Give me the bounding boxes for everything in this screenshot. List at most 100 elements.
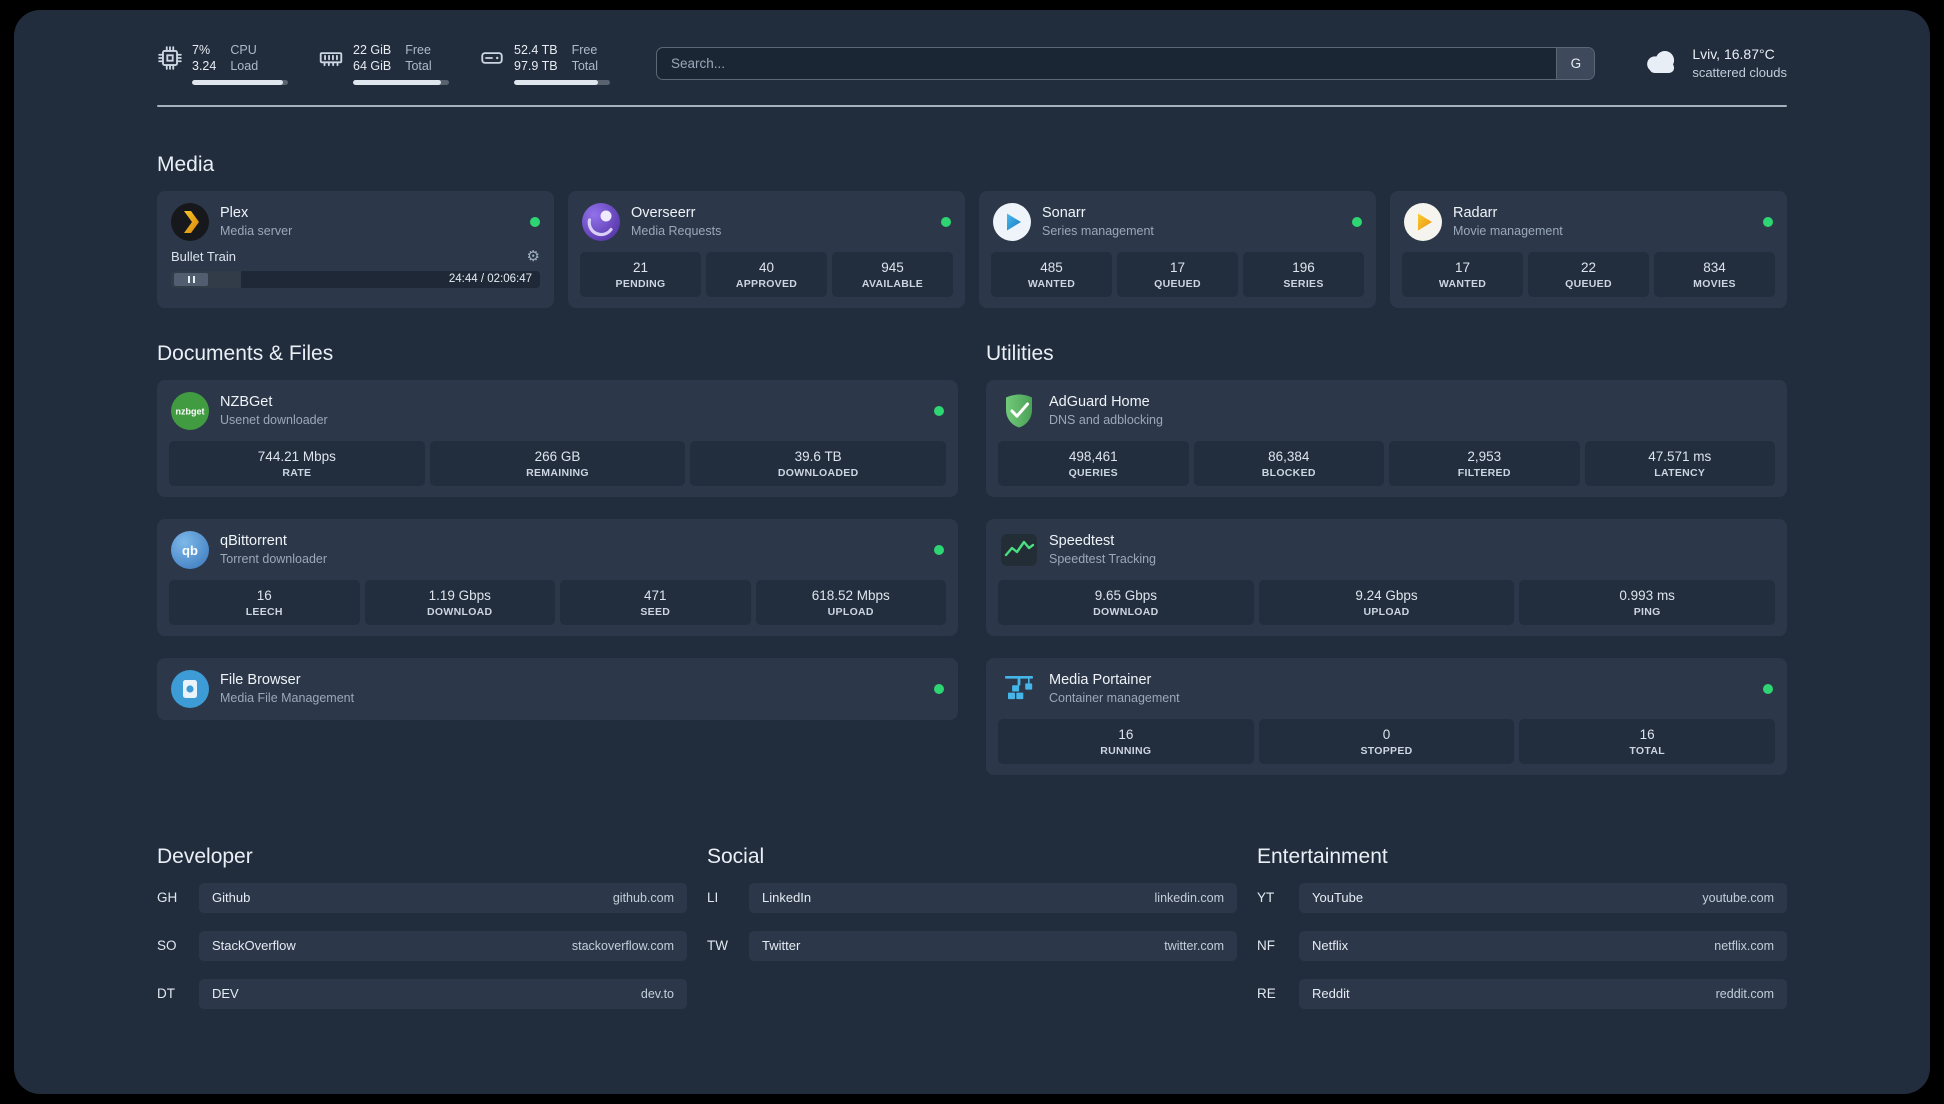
playback-progress-bar[interactable]: 24:44 / 02:06:47 xyxy=(171,270,540,288)
developer-section-title: Developer xyxy=(157,844,253,868)
service-card-overseerr[interactable]: Overseerr Media Requests 21 PENDING 40 A… xyxy=(568,190,965,308)
bookmark-reddit[interactable]: RE Reddit reddit.com xyxy=(1257,978,1787,1009)
disk-resource-widget: 52.4 TB 97.9 TB Free Total xyxy=(479,42,610,85)
service-subtitle: Torrent downloader xyxy=(220,551,328,566)
bookmark-abbr: SO xyxy=(157,938,177,953)
stat-value: 0.993 ms xyxy=(1619,587,1675,603)
stat-value: 498,461 xyxy=(1068,448,1118,464)
svg-text:nzbget: nzbget xyxy=(176,406,205,416)
section-media: Media Plex Media server Bullet Train ⚙ 2… xyxy=(157,153,1787,308)
search-bar: G xyxy=(656,46,1596,80)
cpu-progress-bar xyxy=(192,79,288,85)
service-subtitle: Usenet downloader xyxy=(220,412,328,427)
stat-tile: 266 GB REMAINING xyxy=(429,440,686,486)
cpu-resource-widget: 7% 3.24 CPU Load xyxy=(157,42,288,85)
memory-total-label: Total xyxy=(405,59,432,74)
bookmark-name: Twitter xyxy=(762,938,801,953)
bookmark-abbr: TW xyxy=(707,938,728,953)
stat-tile: 16 TOTAL xyxy=(1519,718,1776,764)
bookmark-name: YouTube xyxy=(1312,890,1364,905)
section-utilities: Utilities AdGuard Home DNS and adblockin… xyxy=(986,342,1787,775)
stat-label: DOWNLOAD xyxy=(1093,605,1159,618)
stat-value: 21 xyxy=(632,259,649,275)
stat-label: QUEUED xyxy=(1154,277,1201,290)
header-divider xyxy=(157,104,1787,107)
stat-value: 16 xyxy=(1639,726,1655,742)
service-name: AdGuard Home xyxy=(1049,393,1150,410)
bookmark-domain: dev.to xyxy=(640,986,674,1001)
service-subtitle: DNS and adblocking xyxy=(1049,412,1163,427)
stat-value: 86,384 xyxy=(1268,448,1310,464)
stat-value: 22 xyxy=(1580,259,1597,275)
stat-tile: 2,953 FILTERED xyxy=(1389,440,1580,486)
stat-value: 9.24 Gbps xyxy=(1355,587,1418,603)
social-section-title: Social xyxy=(707,844,765,868)
memory-free-label: Free xyxy=(405,43,431,57)
cpu-icon xyxy=(157,45,183,71)
service-card-qbittorrent[interactable]: qb qBittorrent Torrent downloader 16 LEE… xyxy=(157,518,958,636)
stat-label: TOTAL xyxy=(1629,744,1665,757)
stat-label: AVAILABLE xyxy=(861,277,924,290)
stat-tile: 744.21 Mbps RATE xyxy=(169,440,425,486)
bookmark-twitter[interactable]: TW Twitter twitter.com xyxy=(707,930,1237,961)
disk-free-label: Free xyxy=(571,43,598,57)
bookmark-domain: stackoverflow.com xyxy=(571,938,674,953)
playback-time: 24:44 / 02:06:47 xyxy=(448,273,532,285)
bookmark-domain: github.com xyxy=(612,890,674,905)
service-card-plex[interactable]: Plex Media server Bullet Train ⚙ 24:44 /… xyxy=(157,190,554,308)
memory-resource-widget: 22 GiB 64 GiB Free Total xyxy=(318,42,449,85)
bookmark-linkedin[interactable]: LI LinkedIn linkedin.com xyxy=(707,882,1237,913)
stat-label: LEECH xyxy=(245,605,283,618)
service-name: Speedtest xyxy=(1049,532,1115,549)
bookmark-github[interactable]: GH Github github.com xyxy=(157,882,687,913)
service-card-radarr[interactable]: Radarr Movie management 17 WANTED 22 QUE… xyxy=(1390,190,1787,308)
stat-label: SEED xyxy=(640,605,671,618)
stat-label: FILTERED xyxy=(1457,466,1511,479)
bookmark-name: Netflix xyxy=(1312,938,1349,953)
service-card-speedtest[interactable]: Speedtest Speedtest Tracking 9.65 Gbps D… xyxy=(986,518,1787,636)
weather-widget[interactable]: Lviv, 16.87°C scattered clouds xyxy=(1641,45,1787,81)
gear-icon[interactable]: ⚙ xyxy=(527,249,540,264)
service-name: Plex xyxy=(220,204,249,221)
service-card-nzbget[interactable]: nzbget NZBGet Usenet downloader 744.21 M… xyxy=(157,379,958,497)
stat-value: 16 xyxy=(256,587,272,603)
bookmark-name: LinkedIn xyxy=(762,890,812,905)
service-card-sonarr[interactable]: Sonarr Series management 485 WANTED 17 Q… xyxy=(979,190,1376,308)
resource-widgets: 7% 3.24 CPU Load 22 GiB 64 GiB Free Tota… xyxy=(157,42,610,85)
stat-value: 16 xyxy=(1118,726,1134,742)
stat-tile: 9.24 Gbps UPLOAD xyxy=(1258,579,1515,625)
service-card-adguard[interactable]: AdGuard Home DNS and adblocking 498,461 … xyxy=(986,379,1787,497)
stat-tile: 86,384 BLOCKED xyxy=(1193,440,1384,486)
speedtest-icon xyxy=(1000,531,1038,569)
search-provider-button[interactable]: G xyxy=(1556,47,1595,79)
memory-free-value: 22 GiB xyxy=(353,43,392,57)
section-documents: Documents & Files nzbget NZBGet Usenet d… xyxy=(157,342,958,720)
bookmark-abbr: YT xyxy=(1257,890,1275,905)
bookmark-stackoverflow[interactable]: SO StackOverflow stackoverflow.com xyxy=(157,930,687,961)
memory-total-value: 64 GiB xyxy=(353,59,392,74)
bookmark-netflix[interactable]: NF Netflix netflix.com xyxy=(1257,930,1787,961)
plex-now-playing: Bullet Train ⚙ 24:44 / 02:06:47 xyxy=(169,249,542,288)
service-subtitle: Movie management xyxy=(1453,223,1563,238)
bookmark-abbr: RE xyxy=(1257,986,1276,1001)
cloud-icon xyxy=(1641,47,1681,80)
service-card-filebrowser[interactable]: File Browser Media File Management xyxy=(157,657,958,720)
stat-label: LATENCY xyxy=(1654,466,1706,479)
stat-value: 47.571 ms xyxy=(1648,448,1712,464)
search-input[interactable] xyxy=(657,47,1557,79)
service-subtitle: Media File Management xyxy=(220,690,355,705)
memory-progress-bar xyxy=(353,79,449,85)
stat-label: DOWNLOADED xyxy=(777,466,859,479)
radarr-icon xyxy=(1404,202,1442,241)
service-name: Overseerr xyxy=(631,204,696,221)
bookmark-domain: linkedin.com xyxy=(1154,890,1224,905)
service-card-portainer[interactable]: Media Portainer Container management 16 … xyxy=(986,657,1787,775)
stat-label: PENDING xyxy=(615,277,666,290)
stat-label: MOVIES xyxy=(1693,277,1736,290)
bookmark-youtube[interactable]: YT YouTube youtube.com xyxy=(1257,882,1787,913)
stat-value: 17 xyxy=(1169,259,1186,275)
disk-total-value: 97.9 TB xyxy=(514,59,558,74)
pause-icon[interactable] xyxy=(174,272,208,286)
bookmark-dev[interactable]: DT DEV dev.to xyxy=(157,978,687,1009)
service-subtitle: Speedtest Tracking xyxy=(1049,551,1157,566)
